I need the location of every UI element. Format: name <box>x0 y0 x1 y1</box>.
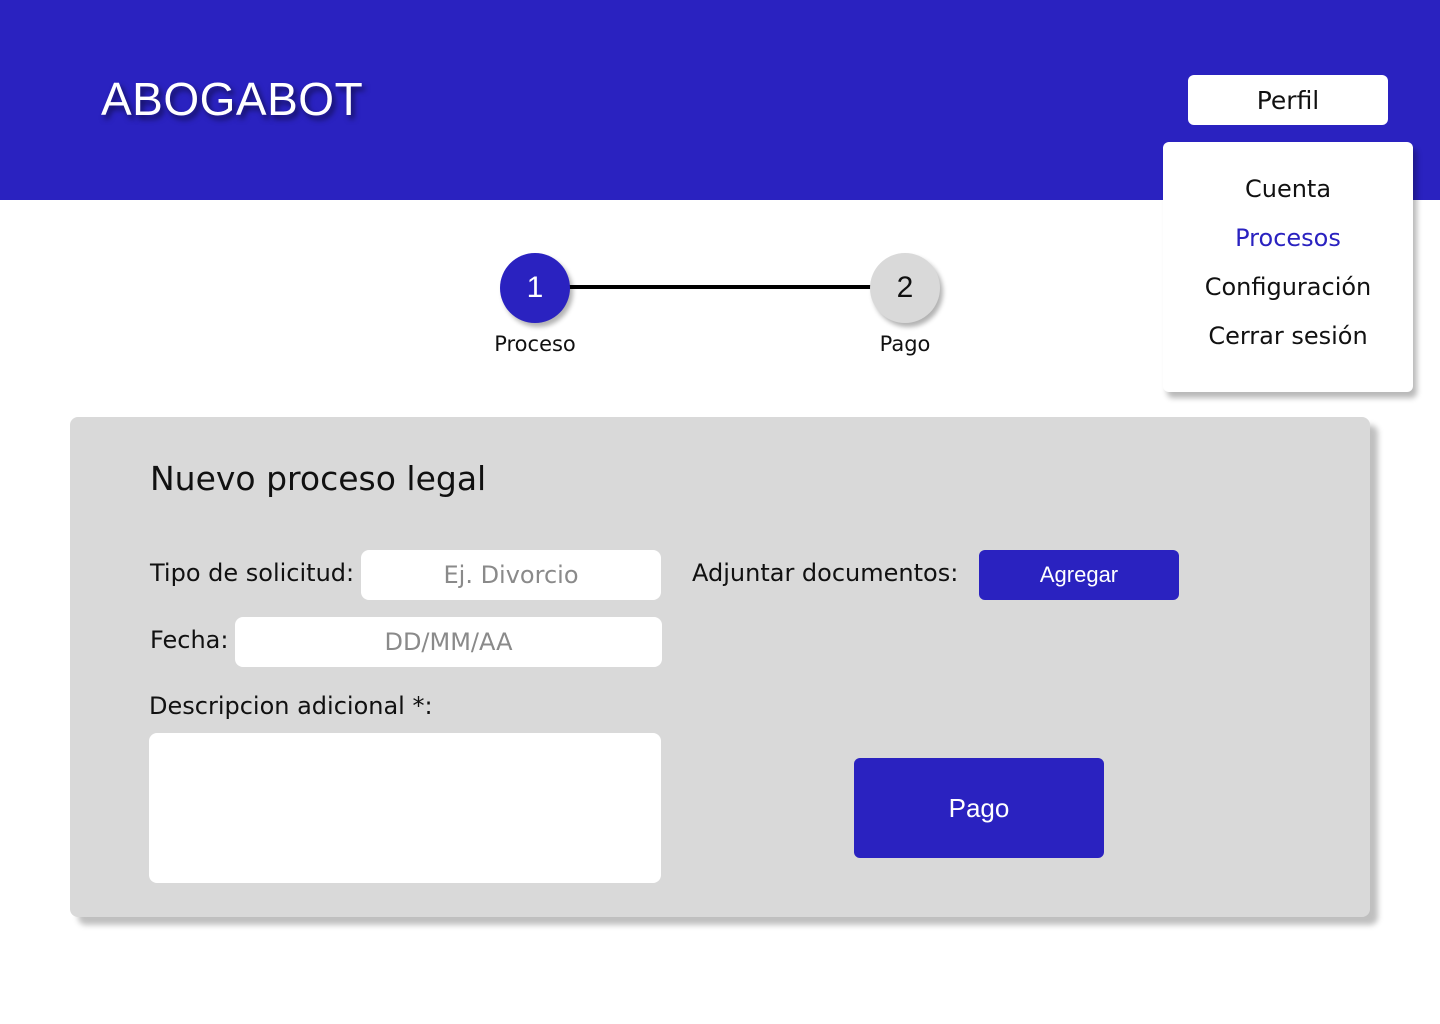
profile-dropdown-menu: Cuenta Procesos Configuración Cerrar ses… <box>1163 142 1413 392</box>
step-2-indicator: 2 <box>870 253 940 323</box>
date-label: Fecha: <box>150 626 229 654</box>
app-title: ABOGABOT <box>101 73 364 125</box>
form-title: Nuevo proceso legal <box>150 459 487 498</box>
step-2-label: Pago <box>879 332 931 356</box>
payment-button[interactable]: Pago <box>854 758 1104 858</box>
request-type-label: Tipo de solicitud: <box>150 559 355 587</box>
stepper-connector-line <box>536 285 906 289</box>
date-input[interactable] <box>235 617 662 667</box>
new-process-form-card: Nuevo proceso legal Tipo de solicitud: F… <box>70 417 1370 917</box>
menu-item-cerrar-sesion[interactable]: Cerrar sesión <box>1163 322 1413 350</box>
add-documents-button[interactable]: Agregar <box>979 550 1179 600</box>
menu-item-cuenta[interactable]: Cuenta <box>1163 175 1413 203</box>
menu-item-configuracion[interactable]: Configuración <box>1163 273 1413 301</box>
request-type-input[interactable] <box>361 550 661 600</box>
attach-documents-label: Adjuntar documentos: <box>692 559 959 587</box>
step-1-label: Proceso <box>494 332 576 356</box>
profile-button[interactable]: Perfil <box>1188 75 1388 125</box>
step-1-indicator: 1 <box>500 253 570 323</box>
description-label: Descripcion adicional *: <box>149 692 433 720</box>
description-textarea[interactable] <box>149 733 661 883</box>
menu-item-procesos[interactable]: Procesos <box>1163 224 1413 252</box>
